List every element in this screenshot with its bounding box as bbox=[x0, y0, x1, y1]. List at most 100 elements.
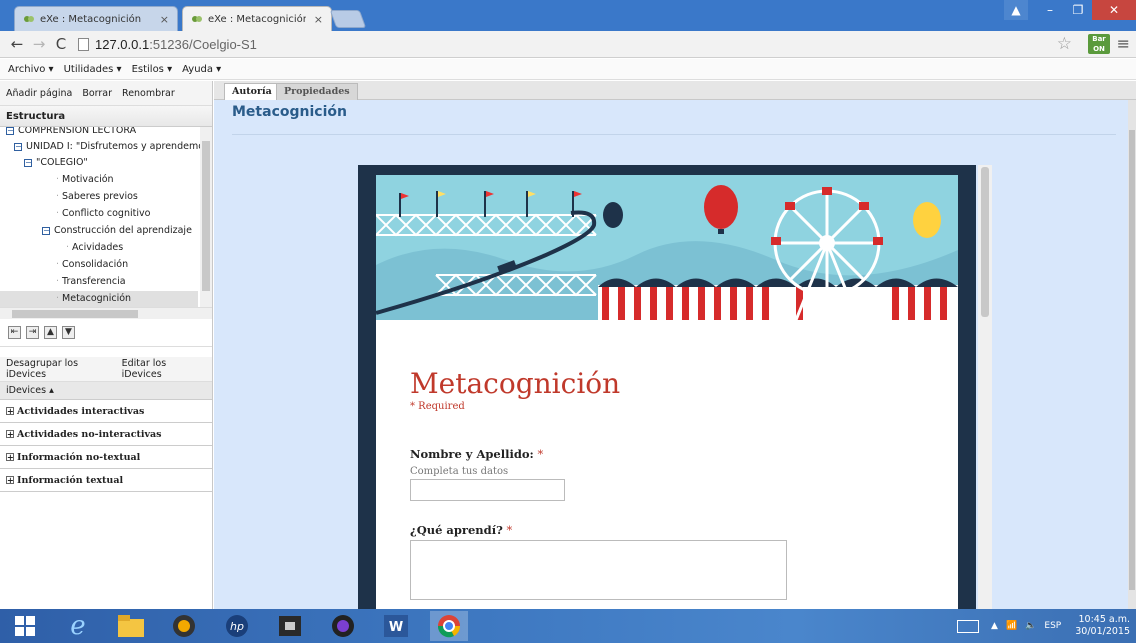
tree-node[interactable]: · Saberes previos bbox=[56, 189, 138, 205]
start-windows-icon[interactable] bbox=[6, 611, 44, 641]
collapse-icon[interactable]: − bbox=[14, 142, 22, 151]
collapse-icon[interactable]: − bbox=[24, 158, 32, 167]
chrome-icon[interactable] bbox=[430, 611, 468, 641]
extension-icon[interactable]: Bar ON bbox=[1088, 34, 1110, 54]
new-tab-button[interactable] bbox=[329, 10, 367, 28]
scroll-thumb[interactable] bbox=[202, 141, 210, 291]
browser-tab-2[interactable]: eXe : Metacognición × bbox=[182, 6, 332, 31]
editor-area: Metacognición Metacognición * Required N… bbox=[214, 100, 1128, 609]
scroll-thumb[interactable] bbox=[981, 167, 989, 317]
promote-icon[interactable]: ⇤ bbox=[8, 326, 21, 339]
tab-propiedades[interactable]: Propiedades bbox=[276, 83, 358, 100]
window-close-button[interactable]: ✕ bbox=[1092, 0, 1136, 20]
app-menubar: Archivo ▾ Utilidades ▾ Estilos ▾ Ayuda ▾ bbox=[0, 59, 1136, 80]
tree-node[interactable]: · Conflicto cognitivo bbox=[56, 206, 150, 222]
reload-icon[interactable]: C bbox=[50, 35, 72, 53]
minimize-button[interactable]: – bbox=[1036, 0, 1064, 20]
structure-tree: − COMPRENSION LECTORA − UNIDAD I: "Disfrut… bbox=[0, 127, 212, 307]
tab-autoria[interactable]: Autoría bbox=[224, 83, 280, 100]
clock-date: 30/01/2015 bbox=[1075, 626, 1130, 637]
form-scrollbar[interactable] bbox=[978, 165, 992, 609]
forward-arrow-icon[interactable]: → bbox=[28, 35, 50, 53]
media-player-icon[interactable] bbox=[165, 611, 203, 641]
bookmark-star-icon[interactable]: ☆ bbox=[1057, 34, 1072, 54]
name-input[interactable] bbox=[410, 479, 565, 501]
editor-scrollbar[interactable] bbox=[1128, 100, 1136, 609]
edit-idevices-button[interactable]: Editar los iDevices bbox=[122, 358, 202, 380]
demote-icon[interactable]: ⇥ bbox=[26, 326, 39, 339]
tree-node[interactable]: − "COLEGIO" bbox=[24, 155, 88, 171]
word-icon[interactable]: W bbox=[377, 611, 415, 641]
camera-app-icon[interactable] bbox=[271, 611, 309, 641]
tree-node[interactable]: · Consolidación bbox=[56, 257, 128, 273]
menu-utilidades[interactable]: Utilidades ▾ bbox=[64, 64, 122, 75]
tree-node-selected[interactable]: · Metacognición bbox=[0, 291, 198, 307]
exe-favicon-icon bbox=[23, 13, 35, 25]
browser-tab-1[interactable]: eXe : Metacognición × bbox=[14, 6, 178, 31]
collapse-icon[interactable]: − bbox=[42, 226, 50, 235]
user-icon[interactable]: ▲ bbox=[1004, 0, 1028, 20]
form-card: Metacognición * Required Nombre y Apelli… bbox=[376, 175, 958, 609]
browser-menu-icon[interactable]: ≡ bbox=[1117, 34, 1130, 53]
tree-hscrollbar[interactable] bbox=[0, 307, 212, 319]
svg-text:hp: hp bbox=[230, 620, 244, 633]
menu-archivo[interactable]: Archivo ▾ bbox=[8, 64, 54, 75]
keyboard-icon[interactable] bbox=[957, 619, 980, 633]
tray-up-icon[interactable]: ▲ bbox=[991, 621, 998, 631]
embedded-form-frame: Metacognición * Required Nombre y Apelli… bbox=[358, 165, 992, 609]
menu-ayuda[interactable]: Ayuda ▾ bbox=[182, 64, 221, 75]
move-up-icon[interactable]: ▲ bbox=[44, 326, 57, 339]
tree-scrollbar[interactable] bbox=[200, 127, 212, 307]
expand-icon: + bbox=[6, 475, 14, 485]
file-explorer-icon[interactable] bbox=[112, 611, 150, 641]
page-title: Metacognición bbox=[232, 104, 347, 120]
idevice-actions-bar: Desagrupar los iDevices Editar los iDevi… bbox=[0, 357, 212, 382]
back-arrow-icon[interactable]: ← bbox=[6, 35, 28, 53]
hp-icon[interactable]: hp bbox=[218, 611, 256, 641]
question-1-help: Completa tus datos bbox=[410, 466, 509, 477]
what-learned-textarea[interactable] bbox=[410, 540, 787, 600]
close-icon[interactable]: × bbox=[160, 13, 169, 26]
scroll-thumb[interactable] bbox=[1129, 130, 1135, 590]
add-page-button[interactable]: Añadir página bbox=[6, 88, 72, 99]
url-path: :51236/Coelgio-S1 bbox=[149, 36, 257, 52]
node-move-buttons: ⇤ ⇥ ▲ ▼ bbox=[0, 319, 212, 347]
delete-page-button[interactable]: Borrar bbox=[82, 88, 112, 99]
category-textual[interactable]: + Información textual bbox=[0, 469, 212, 492]
idevices-header[interactable]: iDevices ▴ bbox=[0, 382, 212, 400]
question-1-label: Nombre y Apellido: * bbox=[410, 447, 544, 461]
menu-estilos[interactable]: Estilos ▾ bbox=[132, 64, 173, 75]
address-bar[interactable]: 127.0.0.1:51236/Coelgio-S1 bbox=[78, 37, 257, 52]
volume-icon[interactable]: 🔈 bbox=[1025, 621, 1036, 631]
tree-node[interactable]: · Motivación bbox=[56, 172, 114, 188]
tree-node[interactable]: − COMPRENSION LECTORA bbox=[6, 127, 136, 139]
expand-icon: + bbox=[6, 406, 14, 416]
category-non-textual[interactable]: + Información no-textual bbox=[0, 446, 212, 469]
scroll-thumb[interactable] bbox=[12, 310, 138, 318]
tree-node[interactable]: − Construcción del aprendizaje bbox=[42, 223, 192, 239]
exe-favicon-icon bbox=[191, 13, 203, 25]
clock-time: 10:45 a.m. bbox=[1078, 614, 1130, 625]
editor-tabs: Autoría Propiedades bbox=[214, 81, 1136, 100]
collapse-icon[interactable]: − bbox=[6, 127, 14, 135]
close-icon[interactable]: × bbox=[314, 13, 323, 26]
rename-page-button[interactable]: Renombrar bbox=[122, 88, 175, 99]
move-down-icon[interactable]: ▼ bbox=[62, 326, 75, 339]
page-icon bbox=[78, 37, 89, 51]
clock[interactable]: 10:45 a.m. 30/01/2015 bbox=[1075, 614, 1130, 638]
browser-tab-1-label: eXe : Metacognición bbox=[40, 13, 142, 25]
tree-node[interactable]: · Acividades bbox=[66, 240, 123, 256]
tree-node[interactable]: − UNIDAD I: "Disfrutemos y aprendemos bbox=[14, 139, 209, 155]
network-icon[interactable]: 📶 bbox=[1006, 621, 1017, 631]
window-controls: ▲ – ❐ ✕ bbox=[1004, 0, 1136, 22]
tree-node[interactable]: · Transferencia bbox=[56, 274, 126, 290]
internet-explorer-icon[interactable]: e bbox=[59, 611, 97, 641]
category-interactive[interactable]: + Actividades interactivas bbox=[0, 400, 212, 423]
media-center-icon[interactable] bbox=[324, 611, 362, 641]
input-language[interactable]: ESP bbox=[1044, 621, 1061, 631]
category-non-interactive[interactable]: + Actividades no-interactivas bbox=[0, 423, 212, 446]
ungroup-idevices-button[interactable]: Desagrupar los iDevices bbox=[6, 358, 112, 380]
expand-icon: + bbox=[6, 452, 14, 462]
maximize-button[interactable]: ❐ bbox=[1064, 0, 1092, 20]
browser-tabstrip: eXe : Metacognición × eXe : Metacognició… bbox=[0, 0, 1136, 31]
